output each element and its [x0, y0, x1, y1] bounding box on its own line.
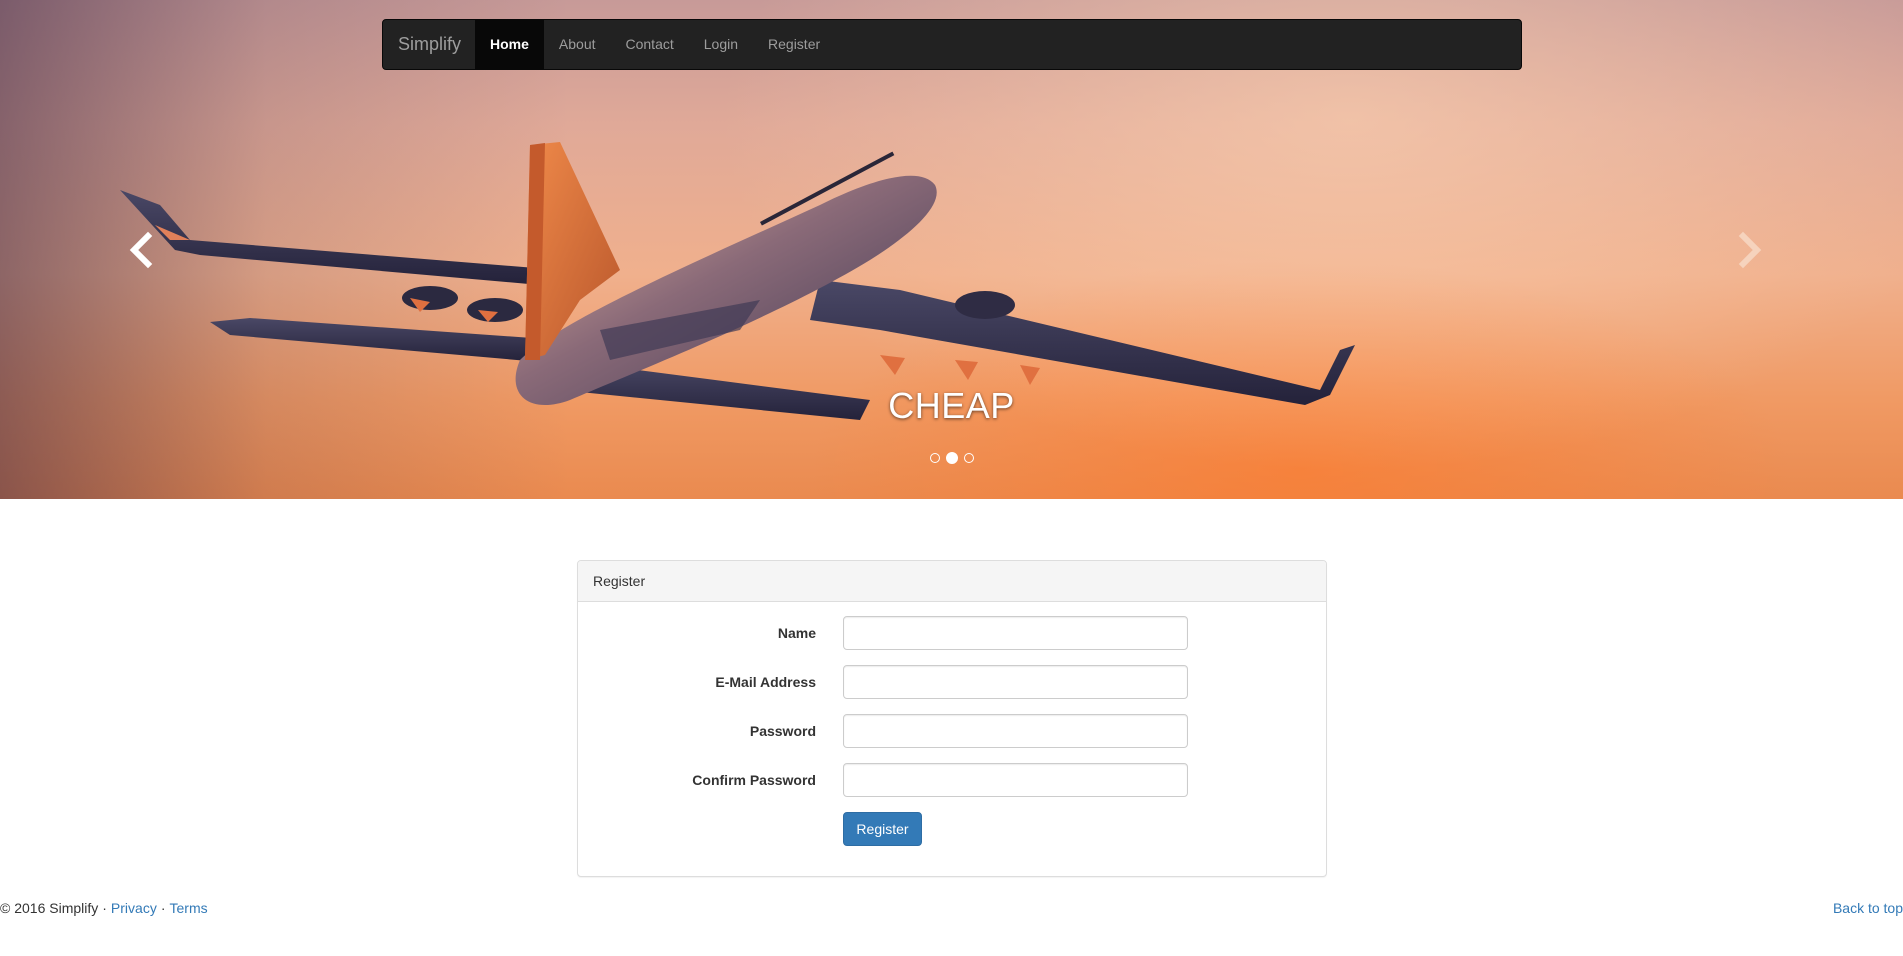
password-input[interactable] [843, 714, 1188, 748]
nav-item-contact[interactable]: Contact [611, 20, 689, 69]
email-input[interactable] [843, 665, 1188, 699]
footer-copyright: © 2016 Simplify [0, 900, 99, 916]
footer-privacy-link[interactable]: Privacy [111, 900, 157, 916]
register-submit-button[interactable]: Register [843, 812, 922, 846]
carousel-indicators [0, 452, 1903, 464]
form-row-name: Name [578, 616, 1328, 650]
carousel-caption: CHEAP [888, 385, 1015, 426]
carousel-next-control[interactable] [1735, 230, 1775, 280]
panel-heading: Register [578, 561, 1326, 602]
nav-item-home[interactable]: Home [475, 20, 544, 69]
carousel-indicator-2[interactable] [945, 452, 958, 464]
navbar-menu: Home About Contact Login Register [475, 20, 835, 69]
form-row-confirm-password: Confirm Password [578, 763, 1328, 797]
back-to-top-link[interactable]: Back to top [1833, 900, 1903, 916]
footer-left: © 2016 Simplify · Privacy · Terms [0, 898, 208, 918]
email-label: E-Mail Address [715, 674, 816, 690]
chevron-left-icon [129, 231, 153, 269]
form-row-password: Password [578, 714, 1328, 748]
carousel-prev-control[interactable] [126, 230, 166, 280]
footer-terms-link[interactable]: Terms [170, 900, 208, 916]
form-row-email: E-Mail Address [578, 665, 1328, 699]
nav-item-register[interactable]: Register [753, 20, 835, 69]
name-label: Name [777, 625, 816, 641]
page-footer: © 2016 Simplify · Privacy · Terms Back to to… [0, 898, 1903, 918]
name-input[interactable] [843, 616, 1188, 650]
navbar-brand[interactable]: Simplify [383, 20, 476, 69]
footer-separator: · [102, 900, 107, 916]
confirm-password-input[interactable] [843, 763, 1188, 797]
chevron-right-icon [1738, 231, 1762, 269]
register-panel: Register Name E-Mail Address Password Co… [577, 560, 1327, 877]
top-navbar: Simplify Home About Contact Login Regist… [382, 19, 1522, 70]
carousel-indicator-1[interactable] [929, 453, 940, 463]
carousel-indicator-3[interactable] [963, 453, 974, 463]
footer-right: Back to top [1833, 898, 1903, 918]
nav-item-login[interactable]: Login [689, 20, 753, 69]
hero-carousel: CHEAP [0, 0, 1903, 499]
password-label: Password [749, 723, 816, 739]
confirm-password-label: Confirm Password [692, 772, 816, 788]
nav-item-about[interactable]: About [544, 20, 611, 69]
footer-separator: · [160, 900, 166, 916]
